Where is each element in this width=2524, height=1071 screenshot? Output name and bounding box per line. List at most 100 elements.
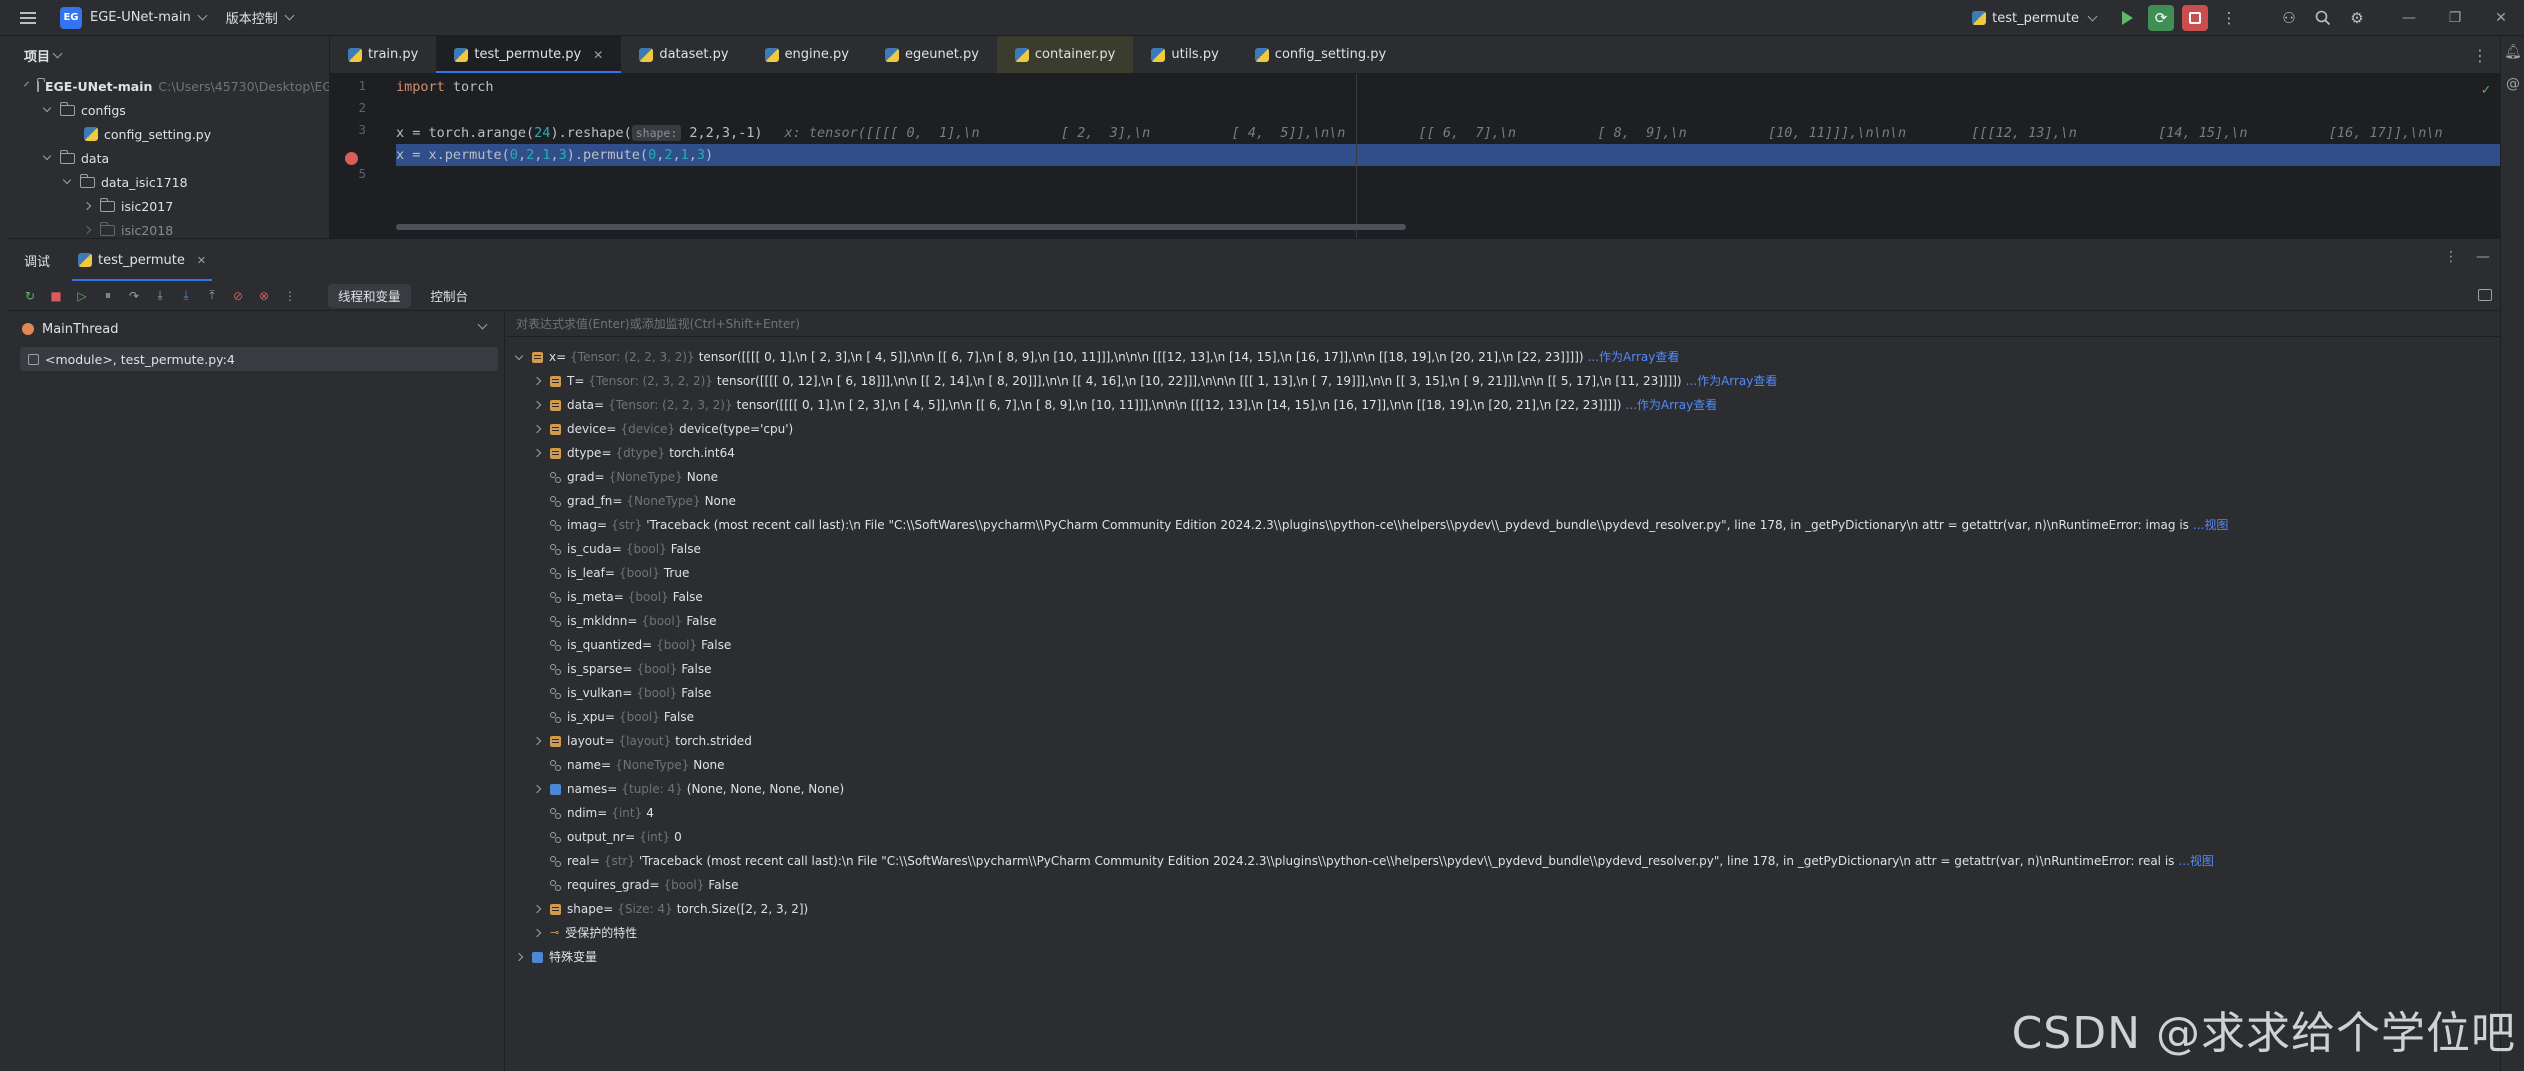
collapse-arrow-icon[interactable] [532, 904, 542, 914]
stack-frame[interactable]: <module>, test_permute.py:4 [20, 347, 498, 371]
variable-row[interactable]: x = {Tensor: (2, 2, 3, 2)} tensor([[[[ 0,… [514, 345, 1680, 369]
stop-icon[interactable]: ■ [48, 288, 64, 304]
tree-item-data-isic1718[interactable]: data_isic1718 [8, 170, 329, 194]
tab-console[interactable]: 控制台 [421, 281, 479, 311]
tab-train[interactable]: train.py [330, 36, 436, 73]
variable-link[interactable]: ...作为Array查看 [1588, 345, 1680, 369]
collapse-arrow-icon[interactable] [514, 952, 524, 962]
tab-threads-variables[interactable]: 线程和变量 [328, 283, 411, 308]
step-over-icon[interactable]: ↷ [126, 288, 142, 304]
variable-row[interactable]: ndim = {int} 4 [534, 801, 654, 825]
editor-gutter[interactable]: 1 2 3 5 [330, 74, 396, 238]
tree-item-isic2018[interactable]: isic2018 [8, 218, 329, 238]
variable-row[interactable]: is_sparse = {bool} False [534, 657, 711, 681]
collapse-arrow-icon[interactable] [532, 400, 542, 410]
variable-row[interactable]: is_vulkan = {bool} False [534, 681, 711, 705]
variable-row[interactable]: requires_grad = {bool} False [534, 873, 739, 897]
variable-link[interactable]: ...作为Array查看 [1625, 393, 1717, 417]
project-selector[interactable]: EGE-UNet-main [90, 10, 208, 25]
collapse-arrow-icon[interactable] [532, 424, 542, 434]
mute-breakpoints-icon[interactable]: ⊗ [256, 288, 272, 304]
collapse-arrow-icon[interactable] [532, 376, 542, 386]
variable-row[interactable]: grad = {NoneType} None [534, 465, 718, 489]
tab-container[interactable]: container.py [996, 36, 1134, 73]
variable-row[interactable]: data = {Tensor: (2, 2, 3, 2)} tensor([[[[… [532, 393, 1717, 417]
more-vertical-icon[interactable]: ⋮ [2444, 249, 2458, 265]
add-user-button[interactable]: ⚇ [2276, 5, 2302, 31]
variable-row[interactable]: is_cuda = {bool} False [534, 537, 701, 561]
variable-row[interactable]: shape = {Size: 4} torch.Size([2, 2, 3, 2]… [532, 897, 808, 921]
variable-row[interactable]: output_nr = {int} 0 [534, 825, 682, 849]
tree-item-config-setting[interactable]: config_setting.py [8, 122, 329, 146]
stop-button[interactable] [2182, 5, 2208, 31]
run-button[interactable] [2114, 5, 2140, 31]
step-into-my-code-icon[interactable]: ⤓ [178, 288, 194, 304]
vcs-menu[interactable]: 版本控制 [226, 8, 295, 27]
variable-row[interactable]: imag = {str} 'Traceback (most recent call… [534, 513, 2228, 537]
run-config-selector[interactable]: test_permute [1972, 11, 2098, 26]
variable-row[interactable]: is_mkldnn = {bool} False [534, 609, 716, 633]
collapse-arrow-icon[interactable] [532, 736, 542, 746]
pause-icon[interactable]: ⏸ [100, 288, 116, 304]
rerun-icon[interactable]: ↻ [22, 288, 38, 304]
special-variables-row[interactable]: 特殊变量 [514, 945, 597, 969]
close-window-button[interactable]: ✕ [2478, 0, 2524, 36]
more-vertical-icon[interactable]: ⋮ [282, 288, 298, 304]
step-out-icon[interactable]: ⤒ [204, 288, 220, 304]
tab-egeunet[interactable]: egeunet.py [867, 36, 997, 73]
variable-row[interactable]: is_quantized = {bool} False [534, 633, 731, 657]
variable-row[interactable]: T = {Tensor: (2, 3, 2, 2)} tensor([[[[ 0,… [532, 369, 1778, 393]
collapse-arrow-icon[interactable] [532, 784, 542, 794]
variable-row[interactable]: name = {NoneType} None [534, 753, 725, 777]
settings-button[interactable]: ⚙ [2344, 5, 2370, 31]
inspection-ok-icon[interactable]: ✓ [2482, 82, 2490, 98]
tab-dataset[interactable]: dataset.py [621, 36, 746, 73]
main-menu-button[interactable] [10, 0, 46, 36]
project-panel-header[interactable]: 项目 [8, 36, 329, 74]
protected-attributes-row[interactable]: ⊸ 受保护的特性 [532, 921, 637, 945]
tab-test-permute[interactable]: test_permute.py ✕ [436, 36, 622, 73]
debug-session-tab[interactable]: test_permute ✕ [72, 239, 213, 281]
variable-link[interactable]: ...视图 [2178, 849, 2213, 873]
tree-item-configs[interactable]: configs [8, 98, 329, 122]
notifications-button[interactable]: 🔔︎ [2501, 36, 2524, 68]
horizontal-scrollbar[interactable] [396, 224, 1406, 230]
variable-link[interactable]: ...作为Array查看 [1686, 369, 1778, 393]
variable-row[interactable]: real = {str} 'Traceback (most recent call… [534, 849, 2214, 873]
variable-row[interactable]: device = {device} device(type='cpu') [532, 417, 793, 441]
close-tab-icon[interactable]: ✕ [197, 254, 206, 267]
resume-icon[interactable]: ▷ [74, 288, 90, 304]
expand-arrow-icon[interactable] [514, 351, 524, 360]
search-button[interactable] [2310, 5, 2336, 31]
variable-row[interactable]: grad_fn = {NoneType} None [534, 489, 736, 513]
variable-row[interactable]: is_leaf = {bool} True [534, 561, 689, 585]
close-tab-icon[interactable]: ✕ [593, 48, 603, 62]
tab-engine[interactable]: engine.py [747, 36, 867, 73]
collapse-arrow-icon[interactable] [532, 928, 542, 938]
code-editor[interactable]: 1 2 3 5 import torch x = torch.arange(24… [330, 74, 2500, 238]
step-into-icon[interactable]: ⤓ [152, 288, 168, 304]
collapse-arrow-icon[interactable] [532, 448, 542, 458]
variable-row[interactable]: is_meta = {bool} False [534, 585, 703, 609]
maximize-button[interactable]: ❐ [2432, 0, 2478, 36]
variable-row[interactable]: layout = {layout} torch.strided [532, 729, 752, 753]
variable-link[interactable]: ...视图 [2193, 513, 2228, 537]
variable-row[interactable]: is_xpu = {bool} False [534, 705, 694, 729]
variable-row[interactable]: dtype = {dtype} torch.int64 [532, 441, 735, 465]
minimize-panel-icon[interactable]: — [2476, 249, 2490, 265]
tabs-more-button[interactable]: ⋮ [2472, 36, 2488, 74]
rerun-debug-button[interactable]: ⟳ [2148, 5, 2174, 31]
tab-utils[interactable]: utils.py [1133, 36, 1236, 73]
evaluate-expression-input[interactable]: 对表达式求值(Enter)或添加监视(Ctrl+Shift+Enter) [506, 311, 2500, 337]
tree-item-data[interactable]: data [8, 146, 329, 170]
minimize-button[interactable]: — [2386, 0, 2432, 36]
tab-config-setting[interactable]: config_setting.py [1237, 36, 1404, 73]
tree-item-isic2017[interactable]: isic2017 [8, 194, 329, 218]
layout-settings-icon[interactable] [2478, 289, 2492, 301]
variable-row[interactable]: names = {tuple: 4} (None, None, None, Non… [532, 777, 844, 801]
ai-assistant-button[interactable]: @ [2501, 68, 2524, 100]
breakpoint-icon[interactable] [345, 152, 358, 165]
view-breakpoints-icon[interactable]: ⊘ [230, 288, 246, 304]
more-actions-button[interactable]: ⋮ [2216, 5, 2242, 31]
tree-root[interactable]: EGE-UNet-main C:\Users\45730\Desktop\EG [8, 74, 329, 98]
